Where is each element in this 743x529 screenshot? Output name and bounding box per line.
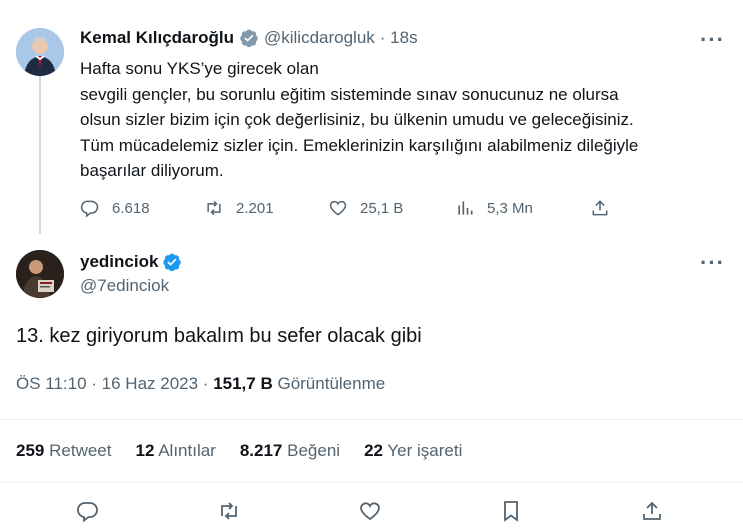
share-icon xyxy=(592,200,608,216)
tweet-text: Hafta sonu YKS’ye girecek olan sevgili g… xyxy=(80,56,730,184)
author-name[interactable]: Kemal Kılıçdaroğlu xyxy=(80,28,234,48)
like-icon xyxy=(360,502,380,521)
verified-badge-icon xyxy=(162,252,182,272)
stat-likes-label: Beğeni xyxy=(287,441,341,460)
tweet-time[interactable]: · 18s xyxy=(380,28,418,48)
author-handle[interactable]: @kilicdarogluk xyxy=(264,28,375,48)
bookmark-button[interactable] xyxy=(499,499,523,528)
reply-timestamp[interactable]: ÖS 11:10 · 16 Haz 2023 · xyxy=(16,374,213,393)
share-button[interactable] xyxy=(640,499,664,528)
retweet-count: 2.201 xyxy=(236,199,274,217)
stat-quotes-label: Alıntılar xyxy=(158,441,216,460)
stat-bookmarks-count: 22 xyxy=(364,441,383,460)
tweet-text-line: Tüm mücadelemiz sizler için. Emekleriniz… xyxy=(80,135,639,155)
reply-text: 13. kez giriyorum bakalım bu sefer olaca… xyxy=(16,325,422,347)
share-action[interactable] xyxy=(590,198,610,218)
tweet-text-line: sevgili gençler, bu sorunlu eğitim siste… xyxy=(80,84,619,104)
reply-header: yedinciok xyxy=(80,252,182,272)
more-icon[interactable]: ··· xyxy=(700,27,725,53)
stat-bookmarks[interactable]: 22 Yer işareti xyxy=(364,441,462,461)
more-icon[interactable]: ··· xyxy=(700,250,725,276)
stat-likes[interactable]: 8.217 Beğeni xyxy=(240,441,340,461)
reply-count: 6.618 xyxy=(112,199,150,217)
tweet-text-line: olsun sizler bizim için çok değerlisiniz… xyxy=(80,110,634,129)
reply-views-label: Görüntülenme xyxy=(277,374,386,393)
reply-icon xyxy=(77,502,98,523)
stat-quotes-count: 12 xyxy=(135,441,155,460)
bookmark-icon xyxy=(504,501,518,522)
retweet-icon xyxy=(207,200,221,216)
stat-retweets-count: 259 xyxy=(16,441,45,460)
like-action[interactable]: 25,1 B xyxy=(328,198,403,218)
verified-badge-icon xyxy=(239,28,259,48)
views-icon xyxy=(458,201,473,215)
reply-author-handle[interactable]: @7edinciok xyxy=(80,276,169,296)
reply-author-name[interactable]: yedinciok xyxy=(80,252,158,272)
retweet-action[interactable]: 2.201 xyxy=(204,198,274,218)
reply-action[interactable]: 6.618 xyxy=(80,198,150,218)
like-button[interactable] xyxy=(358,499,382,528)
avatar-kilicdaroglu[interactable] xyxy=(16,28,64,76)
tweet-text-line: başarılar diliyorum. xyxy=(80,161,224,180)
stat-retweets-label: Retweet xyxy=(49,441,112,460)
reply-views-count: 151,7 B xyxy=(213,374,273,393)
stat-retweets[interactable]: 259 Retweet xyxy=(16,441,111,461)
stat-bookmarks-label: Yer işareti xyxy=(387,441,463,460)
stats-row: 259 Retweet 12 Alıntılar 8.217 Beğeni 22… xyxy=(16,441,462,461)
tweet-text-line: Hafta sonu YKS’ye girecek olan xyxy=(80,59,319,78)
thread-line xyxy=(39,76,41,234)
share-icon xyxy=(643,501,661,520)
views-action[interactable]: 5,3 Mn xyxy=(455,198,533,218)
retweet-icon xyxy=(221,502,237,520)
tweet-header: Kemal Kılıçdaroğlu @kilicdarogluk · 18s xyxy=(80,28,418,48)
divider xyxy=(0,482,743,483)
avatar-yedinciok[interactable] xyxy=(16,250,64,298)
stat-likes-count: 8.217 xyxy=(239,441,283,460)
divider xyxy=(0,419,743,420)
reply-button[interactable] xyxy=(76,499,100,528)
reply-meta: ÖS 11:10 · 16 Haz 2023 · 151,7 B Görüntü… xyxy=(16,374,385,394)
like-icon xyxy=(329,200,347,216)
like-count: 25,1 B xyxy=(360,199,404,217)
stat-quotes[interactable]: 12 Alıntılar xyxy=(135,441,215,461)
retweet-button[interactable] xyxy=(217,499,241,528)
reply-icon xyxy=(80,200,99,218)
views-count: 5,3 Mn xyxy=(487,199,533,217)
